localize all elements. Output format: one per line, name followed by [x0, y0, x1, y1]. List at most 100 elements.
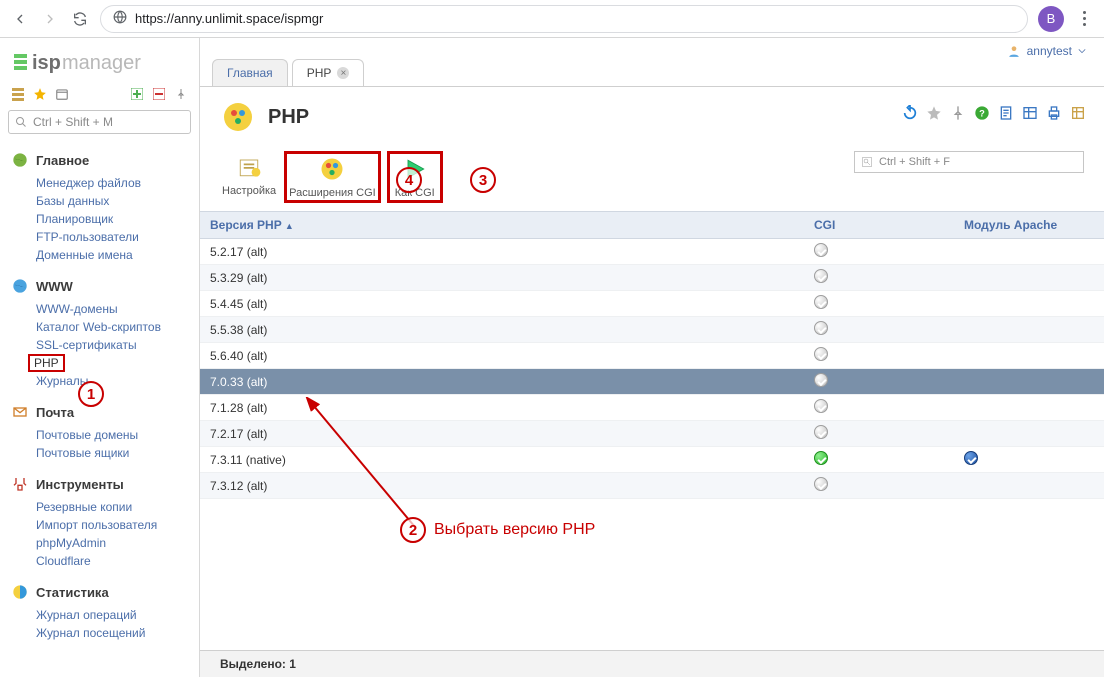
url-bar[interactable]: https://anny.unlimit.space/ispmgr: [100, 5, 1028, 33]
sidebar-item-stats-1[interactable]: Журнал посещений: [36, 624, 199, 642]
sidebar-item-tools-0[interactable]: Резервные копии: [36, 498, 199, 516]
group-stats[interactable]: Статистика: [0, 576, 199, 604]
tab-bar: ГлавнаяPHP×: [200, 38, 1104, 86]
svg-text:isp: isp: [32, 52, 61, 74]
minus-icon[interactable]: [151, 86, 167, 102]
table-row[interactable]: 5.4.45 (alt): [200, 291, 1104, 317]
sidebar-item-www-4[interactable]: Журналы: [36, 372, 199, 390]
sidebar-item-www-2[interactable]: SSL-сертификаты: [36, 336, 199, 354]
table-row[interactable]: 7.2.17 (alt): [200, 421, 1104, 447]
pin-icon[interactable]: [173, 86, 189, 102]
stats-icon: [12, 584, 28, 600]
star-grey-icon[interactable]: [926, 105, 942, 121]
table-row[interactable]: 5.2.17 (alt): [200, 239, 1104, 265]
table-row[interactable]: 7.0.33 (alt): [200, 369, 1104, 395]
star-icon[interactable]: [32, 86, 48, 102]
sidebar-item-main-3[interactable]: FTP-пользователи: [36, 228, 199, 246]
check-blue-icon: [964, 451, 978, 465]
toolbar: НастройкаРасширения CGIКак CGI Ctrl + Sh…: [200, 135, 1104, 211]
check-grey-icon: [814, 425, 828, 439]
main-area: annytest ГлавнаяPHP× ? PHP НастройкаРасш…: [200, 38, 1104, 677]
sidebar-item-main-1[interactable]: Базы данных: [36, 192, 199, 210]
check-grey-icon: [814, 321, 828, 335]
tab-1[interactable]: PHP×: [292, 59, 365, 86]
page-top-icons: ?: [902, 105, 1086, 121]
sidebar-item-mail-1[interactable]: Почтовые ящики: [36, 444, 199, 462]
toolbar-search[interactable]: Ctrl + Shift + F: [854, 151, 1084, 173]
doc-icon[interactable]: [998, 105, 1014, 121]
svg-text:manager: manager: [62, 52, 141, 74]
group-main[interactable]: Главное: [0, 144, 199, 172]
check-grey-icon: [814, 347, 828, 361]
table-row[interactable]: 5.5.38 (alt): [200, 317, 1104, 343]
group-www[interactable]: WWW: [0, 270, 199, 298]
help-icon[interactable]: ?: [974, 105, 990, 121]
site-info-icon: [113, 10, 127, 27]
calendar-icon[interactable]: [54, 86, 70, 102]
table-row[interactable]: 7.1.28 (alt): [200, 395, 1104, 421]
isp-logo: isp manager: [0, 38, 199, 84]
sidebar-item-tools-3[interactable]: Cloudflare: [36, 552, 199, 570]
sidebar: isp manager Ctrl + Shift + M Главное Мене…: [0, 38, 200, 677]
tab-close-icon[interactable]: ×: [337, 67, 349, 79]
sidebar-toolbar: [0, 84, 199, 108]
pin-grey-icon[interactable]: [950, 105, 966, 121]
table-row[interactable]: 7.3.12 (alt): [200, 473, 1104, 499]
table-icon[interactable]: [1022, 105, 1038, 121]
sidebar-search[interactable]: Ctrl + Shift + M: [8, 110, 191, 134]
annotation-3: 3: [470, 167, 496, 193]
status-bar: Выделено: 1: [200, 650, 1104, 677]
forward-button[interactable]: [40, 9, 60, 29]
globe-blue-icon: [12, 278, 28, 294]
th-version[interactable]: Версия PHP ▲: [200, 212, 804, 238]
sidebar-item-tools-1[interactable]: Импорт пользователя: [36, 516, 199, 534]
th-apache[interactable]: Модуль Apache: [954, 212, 1104, 238]
browser-chrome: https://anny.unlimit.space/ispmgr B: [0, 0, 1104, 38]
globe-green-icon: [12, 152, 28, 168]
check-grey-icon: [814, 399, 828, 413]
table-row[interactable]: 5.6.40 (alt): [200, 343, 1104, 369]
refresh-icon[interactable]: [902, 105, 918, 121]
toolbar-settings-button[interactable]: Настройка: [220, 151, 278, 203]
chevron-down-icon: [1078, 47, 1086, 55]
page-title: PHP: [268, 106, 309, 129]
sidebar-item-mail-0[interactable]: Почтовые домены: [36, 426, 199, 444]
sidebar-item-main-0[interactable]: Менеджер файлов: [36, 174, 199, 192]
table-row[interactable]: 7.3.11 (native): [200, 447, 1104, 473]
url-text: https://anny.unlimit.space/ispmgr: [135, 11, 323, 26]
sort-asc-icon: ▲: [285, 221, 294, 231]
annotation-2: 2 Выбрать версию PHP: [400, 517, 595, 543]
php-table: Версия PHP ▲ CGI Модуль Apache 5.2.17 (a…: [200, 211, 1104, 650]
plus-icon[interactable]: [129, 86, 145, 102]
sidebar-item-stats-0[interactable]: Журнал операций: [36, 606, 199, 624]
toolbar-ext-button[interactable]: Расширения CGI: [284, 151, 381, 203]
mail-icon: [12, 404, 28, 420]
check-green-icon: [814, 451, 828, 465]
table-row[interactable]: 5.3.29 (alt): [200, 265, 1104, 291]
profile-avatar[interactable]: B: [1038, 6, 1064, 32]
sidebar-search-placeholder: Ctrl + Shift + M: [33, 115, 113, 129]
sidebar-item-tools-2[interactable]: phpMyAdmin: [36, 534, 199, 552]
annotation-1: 1: [78, 381, 104, 407]
annotation-4: 4: [396, 167, 422, 193]
sidebar-item-www-0[interactable]: WWW-домены: [36, 300, 199, 318]
group-tools[interactable]: Инструменты: [0, 468, 199, 496]
svg-text:?: ?: [979, 108, 985, 118]
print-icon[interactable]: [1046, 105, 1062, 121]
tab-0[interactable]: Главная: [212, 59, 288, 86]
sidebar-item-www-3[interactable]: PHP: [28, 354, 65, 372]
sidebar-item-main-2[interactable]: Планировщик: [36, 210, 199, 228]
sidebar-item-main-4[interactable]: Доменные имена: [36, 246, 199, 264]
th-cgi[interactable]: CGI: [804, 212, 954, 238]
search-icon: [15, 116, 27, 128]
sidebar-item-www-1[interactable]: Каталог Web-скриптов: [36, 318, 199, 336]
tree-icon[interactable]: [10, 86, 26, 102]
current-user[interactable]: annytest: [1007, 44, 1086, 58]
check-grey-icon: [814, 373, 828, 387]
browser-menu-button[interactable]: [1074, 11, 1094, 26]
back-button[interactable]: [10, 9, 30, 29]
reload-button[interactable]: [70, 9, 90, 29]
check-grey-icon: [814, 269, 828, 283]
settings-icon[interactable]: [1070, 105, 1086, 121]
ext-icon: [318, 155, 346, 183]
